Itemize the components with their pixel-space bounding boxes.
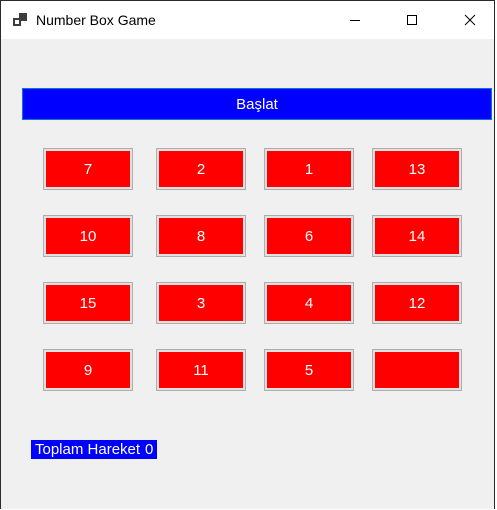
tile-label: 3: [159, 285, 243, 321]
tile-r1-c0[interactable]: 10: [43, 215, 133, 257]
tile-r2-c2[interactable]: 4: [264, 282, 354, 324]
tile-r3-c3-empty[interactable]: [372, 349, 462, 391]
app-window: Number Box Game Başlat 7 2 1 13 10 8 6 1…: [0, 0, 495, 509]
window-title: Number Box Game: [36, 12, 156, 28]
tile-label: 11: [159, 352, 243, 388]
tile-r3-c0[interactable]: 9: [43, 349, 133, 391]
tile-r3-c1[interactable]: 11: [156, 349, 246, 391]
tile-r1-c2[interactable]: 6: [264, 215, 354, 257]
tile-label: 14: [375, 218, 459, 254]
tile-label: 13: [375, 151, 459, 187]
client-area: Başlat 7 2 1 13 10 8 6 14 15 3 4 12 9 11…: [1, 39, 494, 509]
moves-value: 0: [145, 441, 154, 458]
tile-r0-c0[interactable]: 7: [43, 148, 133, 190]
tile-r0-c1[interactable]: 2: [156, 148, 246, 190]
tile-r0-c3[interactable]: 13: [372, 148, 462, 190]
tile-r2-c0[interactable]: 15: [43, 282, 133, 324]
maximize-icon: [407, 15, 417, 25]
minimize-icon: [350, 20, 360, 21]
tile-label: 10: [46, 218, 130, 254]
tile-label: 12: [375, 285, 459, 321]
maximize-button[interactable]: [389, 1, 435, 39]
app-window-icon: [13, 13, 27, 26]
tile-label: 6: [267, 218, 351, 254]
tile-r0-c2[interactable]: 1: [264, 148, 354, 190]
close-button[interactable]: [447, 1, 493, 39]
tile-label: 8: [159, 218, 243, 254]
tile-r1-c1[interactable]: 8: [156, 215, 246, 257]
title-bar[interactable]: Number Box Game: [1, 1, 494, 39]
moves-label: Toplam Hareket: [35, 441, 141, 458]
tile-label: 4: [267, 285, 351, 321]
tile-label: 9: [46, 352, 130, 388]
tile-label: 5: [267, 352, 351, 388]
tile-label: 15: [46, 285, 130, 321]
close-icon: [464, 14, 476, 26]
tile-label: [375, 352, 459, 388]
tile-r3-c2[interactable]: 5: [264, 349, 354, 391]
tile-label: 7: [46, 151, 130, 187]
tile-label: 2: [159, 151, 243, 187]
moves-counter: Toplam Hareket 0: [31, 440, 158, 459]
start-button[interactable]: Başlat: [22, 88, 492, 120]
tile-r2-c1[interactable]: 3: [156, 282, 246, 324]
tile-label: 1: [267, 151, 351, 187]
minimize-button[interactable]: [332, 1, 378, 39]
tile-r1-c3[interactable]: 14: [372, 215, 462, 257]
tile-r2-c3[interactable]: 12: [372, 282, 462, 324]
